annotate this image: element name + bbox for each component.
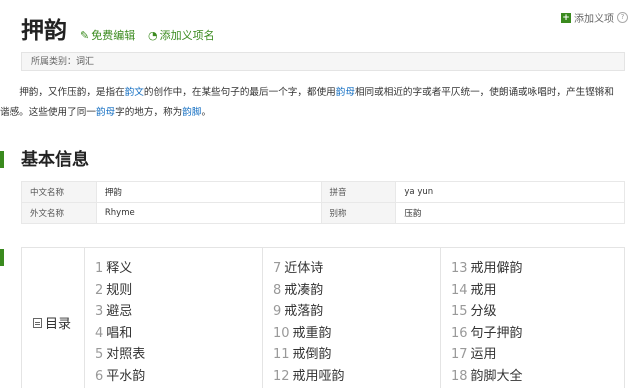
category-value[interactable]: 词汇: [76, 57, 94, 67]
info-value: Rhyme: [95, 202, 322, 224]
summary-text: 字的地方，称为: [115, 107, 183, 118]
info-key: 拼音: [320, 181, 397, 203]
toc-item[interactable]: 13 戒用僻韵: [441, 258, 625, 280]
toc-item[interactable]: 1 释义: [85, 258, 262, 280]
toc-item[interactable]: 11 戒倒韵: [263, 344, 440, 366]
toc-column: 1 释义 2 规则 3 避忌 4 唱和 5 对照表 6 平水韵: [84, 247, 262, 388]
info-key: 中文名称: [21, 181, 97, 203]
toc-item-label: 避忌: [106, 304, 133, 320]
info-value: 押韵: [95, 181, 322, 203]
info-value: ya yun: [395, 181, 625, 203]
section-marker: [0, 249, 4, 266]
section-marker: [0, 151, 4, 168]
book-icon: [33, 317, 42, 328]
toc-item[interactable]: 12 戒用哑韵: [263, 366, 440, 388]
link-yunjiao[interactable]: 韵脚: [182, 107, 201, 118]
toc-item[interactable]: 14 戒用: [441, 280, 625, 302]
add-item-button[interactable]: + 添加义项 ?: [561, 10, 628, 25]
toc-item-number: 15: [451, 304, 468, 320]
toc-item[interactable]: 7 近体诗: [263, 258, 440, 280]
toc-item-label: 规则: [106, 282, 133, 298]
toc-item-label: 释义: [106, 261, 133, 276]
toc-item-label: 分级: [470, 304, 497, 320]
toc-item-number: 3: [95, 304, 104, 320]
toc-item-number: 2: [95, 282, 104, 298]
summary-text: 押韵，又作压韵，是指在: [19, 87, 125, 98]
toc-item[interactable]: 10 戒重韵: [263, 323, 440, 345]
toc-item-label: 对照表: [106, 347, 146, 363]
toc-item-label: 戒落韵: [284, 304, 324, 320]
toc-item[interactable]: 8 戒凑韵: [263, 280, 440, 302]
toc-item-label: 戒凑韵: [284, 282, 324, 298]
toc-item-label: 平水韵: [106, 368, 146, 384]
plus-icon: +: [561, 12, 571, 23]
toc-item-number: 14: [451, 282, 468, 298]
toc-item-number: 8: [273, 282, 282, 298]
toc-item-label: 唱和: [106, 325, 133, 341]
toc-item-number: 17: [451, 347, 468, 363]
toc-item-number: 11: [273, 347, 290, 363]
toc-item-number: 5: [95, 347, 104, 363]
page-title: 押韵: [21, 18, 67, 44]
toc-label: 目录: [33, 313, 71, 332]
toc-item-label: 近体诗: [284, 261, 324, 276]
section-title-basic-info: 基本信息: [21, 150, 89, 170]
toc-item-number: 1: [95, 261, 104, 276]
toc-item-label: 运用: [470, 347, 497, 363]
toc-item[interactable]: 4 唱和: [85, 323, 262, 345]
toc-item-label: 戒用: [470, 282, 497, 298]
toc-item[interactable]: 16 句子押韵: [441, 323, 625, 345]
info-value: 压韵: [395, 202, 625, 224]
link-yunmu[interactable]: 韵母: [336, 87, 355, 98]
summary-text: 的创作中，在某些句子的最后一个字，都使用: [143, 87, 336, 98]
toc-item-label: 韵脚大全: [470, 368, 523, 384]
toc-item-number: 13: [451, 261, 468, 276]
toc-item[interactable]: 2 规则: [85, 280, 262, 302]
toc-item[interactable]: 9 戒落韵: [263, 301, 440, 323]
toc-item[interactable]: 15 分级: [441, 301, 625, 323]
add-item-name-link[interactable]: ◔ 添加义项名: [148, 29, 215, 43]
toc-item[interactable]: 5 对照表: [85, 344, 262, 366]
link-yunmu-2[interactable]: 韵母: [96, 107, 115, 118]
basic-info-table: 中文名称 押韵 拼音 ya yun 外文名称 Rhyme 别称 压韵: [21, 181, 625, 224]
toc-item[interactable]: 3 避忌: [85, 301, 262, 323]
toc-item-number: 16: [451, 325, 468, 341]
toc-item-number: 9: [273, 304, 282, 320]
table-row: 中文名称 押韵 拼音 ya yun: [21, 181, 625, 203]
toc-item-number: 6: [95, 368, 104, 384]
add-item-name-label: 添加义项名: [159, 29, 215, 42]
summary-text: 。: [201, 107, 212, 118]
table-row: 外文名称 Rhyme 别称 压韵: [21, 202, 625, 224]
toc-item[interactable]: 18 韵脚大全: [441, 366, 625, 388]
toc-item-label: 戒用哑韵: [292, 368, 345, 384]
toc-item[interactable]: 17 运用: [441, 344, 625, 366]
toc-title: 目录: [45, 317, 72, 332]
summary-paragraph: 押韵，又作压韵，是指在韵文的创作中，在某些句子的最后一个字，都使用韵母相同或相近…: [0, 83, 621, 123]
toc-item-number: 18: [451, 368, 468, 384]
toc-item-number: 10: [273, 325, 290, 341]
toc-item-label: 句子押韵: [470, 325, 523, 341]
category-label: 所属类别：: [31, 57, 77, 67]
help-icon[interactable]: ?: [617, 12, 628, 23]
pencil-icon: ✎: [80, 29, 90, 42]
free-edit-label: 免费编辑: [91, 29, 136, 42]
toc-item-label: 戒用僻韵: [470, 261, 523, 276]
toc-item-number: 4: [95, 325, 104, 341]
tag-icon: ◔: [148, 29, 158, 42]
info-key: 别称: [320, 202, 397, 224]
add-item-label: 添加义项: [574, 14, 614, 25]
free-edit-link[interactable]: ✎ 免费编辑: [80, 29, 135, 43]
toc-item-label: 戒重韵: [292, 325, 332, 341]
toc-column: 7 近体诗 8 戒凑韵 9 戒落韵 10 戒重韵 11 戒倒韵 12 戒用哑韵: [262, 247, 440, 388]
info-key: 外文名称: [21, 202, 97, 224]
toc-item-label: 戒倒韵: [292, 347, 332, 363]
toc-item-number: 12: [273, 368, 290, 384]
toc-item-number: 7: [273, 261, 282, 276]
toc-column: 13 戒用僻韵 14 戒用 15 分级 16 句子押韵 17 运用 18 韵脚大全: [440, 247, 625, 388]
category-bar: 所属类别：词汇: [21, 52, 625, 71]
link-yunwen[interactable]: 韵文: [125, 87, 144, 98]
toc-item[interactable]: 6 平水韵: [85, 366, 262, 388]
